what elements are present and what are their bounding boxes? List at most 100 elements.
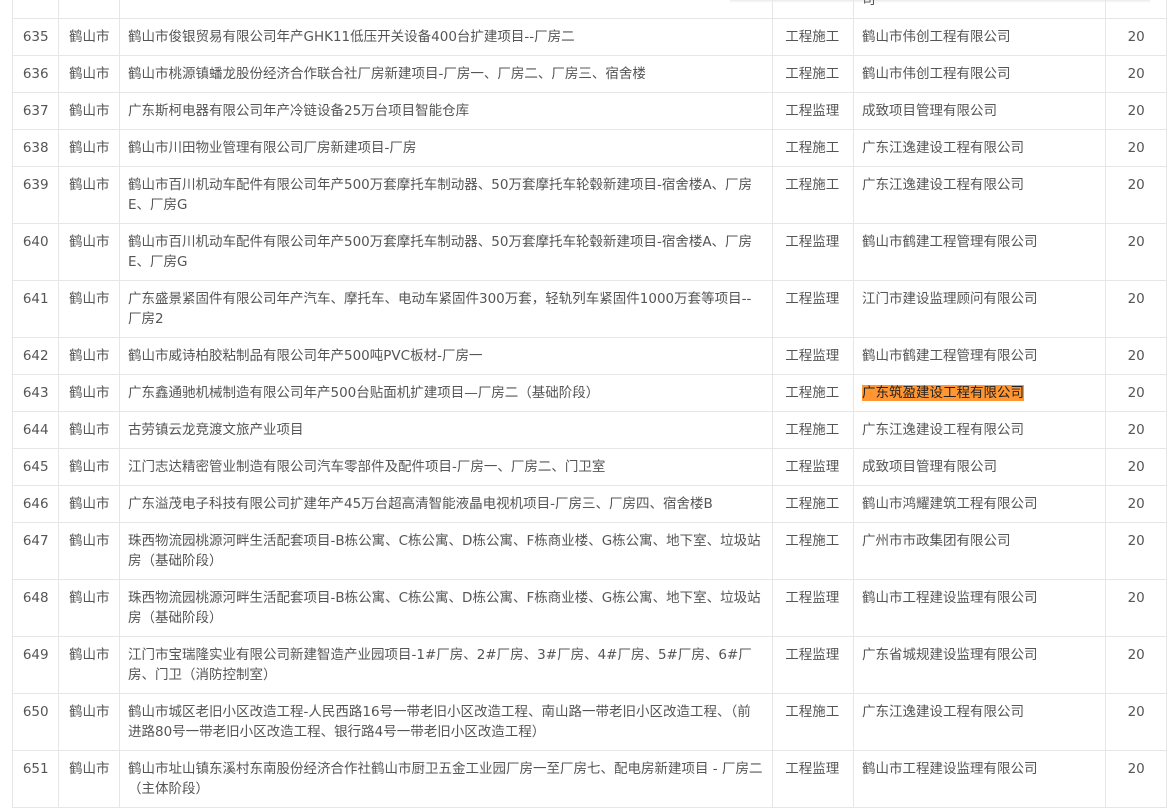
table-row-partial: 司: [11, 0, 1167, 19]
row-unit: 鹤山市鸿耀建筑工程有限公司: [852, 485, 1107, 523]
results-table-container: 司 635 鹤山市 鹤山市俊银贸易有限公司年产GHK11低压开关设备400台扩建项目…: [0, 0, 1170, 808]
table-row: 635 鹤山市 鹤山市俊银贸易有限公司年产GHK11低压开关设备400台扩建项目--…: [11, 18, 1167, 56]
row-city: 鹤山市: [58, 579, 120, 637]
row-type: [772, 0, 854, 19]
row-city: 鹤山市: [58, 374, 120, 412]
row-unit: 江门市建设监理顾问有限公司: [852, 280, 1107, 338]
row-type: 工程监理: [772, 337, 854, 375]
row-project-name: 鹤山市百川机动车配件有限公司年产500万套摩托车制动器、50万套摩托车轮毂新建项…: [118, 223, 774, 281]
row-type: 工程施工: [772, 55, 854, 93]
row-city: [58, 0, 120, 19]
row-score: 20: [1105, 166, 1167, 224]
table-row: 645 鹤山市 江门志达精密管业制造有限公司汽车零部件及配件项目-厂房一、厂房二、门…: [11, 448, 1167, 486]
row-index: 639: [11, 166, 60, 224]
row-unit: 广东江逸建设工程有限公司: [852, 693, 1107, 751]
table-row: 650 鹤山市 鹤山市城区老旧小区改造工程-人民西路16号一带老旧小区改造工程、南山…: [11, 693, 1167, 751]
row-project-name: 江门市宝瑞隆实业有限公司新建智造产业园项目-1#厂房、2#厂房、3#厂房、4#厂…: [118, 636, 774, 694]
table-row: 646 鹤山市 广东溢茂电子科技有限公司扩建年产45万台超高清智能液晶电视机项目-厂…: [11, 485, 1167, 523]
row-index: 649: [11, 636, 60, 694]
row-project-name: 鹤山市城区老旧小区改造工程-人民西路16号一带老旧小区改造工程、南山路一带老旧小…: [118, 693, 774, 751]
table-row: 642 鹤山市 鹤山市威诗柏胶粘制品有限公司年产500吨PVC板材-厂房一 工程监理鹤…: [11, 337, 1167, 375]
row-unit: 广东江逸建设工程有限公司: [852, 129, 1107, 167]
row-score: 20: [1105, 129, 1167, 167]
row-unit: 成致项目管理有限公司: [852, 92, 1107, 130]
table-row: 644 鹤山市 古劳镇云龙竞渡文旅产业项目 工程施工 广东江逸建设工程有限公司 20: [11, 411, 1167, 449]
row-score: 20: [1105, 55, 1167, 93]
row-index: 641: [11, 280, 60, 338]
table-row: 641 鹤山市 广东盛景紧固件有限公司年产汽车、摩托车、电动车紧固件300万套，轻轨…: [11, 280, 1167, 338]
table-row: 640 鹤山市 鹤山市百川机动车配件有限公司年产500万套摩托车制动器、50万套摩托…: [11, 223, 1167, 281]
row-score: 20: [1105, 374, 1167, 412]
row-type: 工程监理: [772, 579, 854, 637]
row-unit: 广东省城规建设监理有限公司: [852, 636, 1107, 694]
row-score: 20: [1105, 522, 1167, 580]
row-city: 鹤山市: [58, 55, 120, 93]
row-city: 鹤山市: [58, 448, 120, 486]
results-table: 司 635 鹤山市 鹤山市俊银贸易有限公司年产GHK11低压开关设备400台扩建项目…: [11, 0, 1167, 808]
table-row: 638 鹤山市 鹤山市川田物业管理有限公司厂房新建项目-厂房 工程施工 广东江逸建设工程…: [11, 129, 1167, 167]
row-city: 鹤山市: [58, 750, 120, 808]
row-type: 工程施工: [772, 411, 854, 449]
row-score: 20: [1105, 337, 1167, 375]
results-table-body: 司 635 鹤山市 鹤山市俊银贸易有限公司年产GHK11低压开关设备400台扩建项目…: [11, 0, 1167, 808]
row-project-name: 广东鑫通驰机械制造有限公司年产500台贴面机扩建项目—厂房二（基础阶段）: [118, 374, 774, 412]
row-index: [11, 0, 60, 19]
row-score: 20: [1105, 693, 1167, 751]
row-city: 鹤山市: [58, 693, 120, 751]
row-project-name: 江门志达精密管业制造有限公司汽车零部件及配件项目-厂房一、厂房二、门卫室: [118, 448, 774, 486]
row-index: 645: [11, 448, 60, 486]
table-row: 636 鹤山市 鹤山市桃源镇蟠龙股份经济合作联合社厂房新建项目-厂房一、厂房二、厂房…: [11, 55, 1167, 93]
row-unit: 鹤山市工程建设监理有限公司: [852, 579, 1107, 637]
row-project-name: 鹤山市川田物业管理有限公司厂房新建项目-厂房: [118, 129, 774, 167]
row-score: 20: [1105, 448, 1167, 486]
row-type: 工程施工: [772, 129, 854, 167]
row-score: 20: [1105, 750, 1167, 808]
row-unit: 广东筑盈建设工程有限公司: [852, 374, 1107, 412]
row-type: 工程施工: [772, 374, 854, 412]
row-index: 640: [11, 223, 60, 281]
row-city: 鹤山市: [58, 411, 120, 449]
row-unit: 鹤山市伟创工程有限公司: [852, 55, 1107, 93]
table-row: 639 鹤山市 鹤山市百川机动车配件有限公司年产500万套摩托车制动器、50万套摩托…: [11, 166, 1167, 224]
row-type: 工程监理: [772, 636, 854, 694]
row-index: 643: [11, 374, 60, 412]
table-row: 651 鹤山市 鹤山市址山镇东溪村东南股份经济合作社鹤山市厨卫五金工业园厂房一至厂房…: [11, 750, 1167, 808]
row-project-name: 珠西物流园桃源河畔生活配套项目-B栋公寓、C栋公寓、D栋公寓、F栋商业楼、G栋公…: [118, 579, 774, 637]
row-index: 644: [11, 411, 60, 449]
row-index: 651: [11, 750, 60, 808]
row-score: 20: [1105, 223, 1167, 281]
row-project-name: 广东斯柯电器有限公司年产冷链设备25万台项目智能仓库: [118, 92, 774, 130]
row-index: 648: [11, 579, 60, 637]
row-type: 工程施工: [772, 693, 854, 751]
row-index: 637: [11, 92, 60, 130]
row-type: 工程监理: [772, 280, 854, 338]
table-row: 643 鹤山市 广东鑫通驰机械制造有限公司年产500台贴面机扩建项目—厂房二（基础阶…: [11, 374, 1167, 412]
row-city: 鹤山市: [58, 18, 120, 56]
table-row: 647 鹤山市 珠西物流园桃源河畔生活配套项目-B栋公寓、C栋公寓、D栋公寓、F栋商…: [11, 522, 1167, 580]
row-type: 工程施工: [772, 522, 854, 580]
table-row: 649 鹤山市 江门市宝瑞隆实业有限公司新建智造产业园项目-1#厂房、2#厂房、3#…: [11, 636, 1167, 694]
row-index: 636: [11, 55, 60, 93]
row-score: 20: [1105, 18, 1167, 56]
row-index: 650: [11, 693, 60, 751]
row-unit: 鹤山市伟创工程有限公司: [852, 18, 1107, 56]
row-city: 鹤山市: [58, 223, 120, 281]
row-project-name: 鹤山市桃源镇蟠龙股份经济合作联合社厂房新建项目-厂房一、厂房二、厂房三、宿舍楼: [118, 55, 774, 93]
row-unit: 广东江逸建设工程有限公司: [852, 411, 1107, 449]
row-score: 20: [1105, 636, 1167, 694]
row-unit: 鹤山市鹤建工程管理有限公司: [852, 337, 1107, 375]
row-project-name: 广东盛景紧固件有限公司年产汽车、摩托车、电动车紧固件300万套，轻轨列车紧固件1…: [118, 280, 774, 338]
row-type: 工程施工: [772, 166, 854, 224]
row-project-name: 鹤山市百川机动车配件有限公司年产500万套摩托车制动器、50万套摩托车轮毂新建项…: [118, 166, 774, 224]
row-city: 鹤山市: [58, 129, 120, 167]
row-type: 工程监理: [772, 92, 854, 130]
row-score: [1105, 0, 1167, 19]
row-index: 646: [11, 485, 60, 523]
row-city: 鹤山市: [58, 92, 120, 130]
row-project-name: [118, 0, 774, 19]
row-city: 鹤山市: [58, 485, 120, 523]
row-project-name: 鹤山市址山镇东溪村东南股份经济合作社鹤山市厨卫五金工业园厂房一至厂房七、配电房新…: [118, 750, 774, 808]
row-unit: 广东江逸建设工程有限公司: [852, 166, 1107, 224]
row-unit: 成致项目管理有限公司: [852, 448, 1107, 486]
row-score: 20: [1105, 579, 1167, 637]
